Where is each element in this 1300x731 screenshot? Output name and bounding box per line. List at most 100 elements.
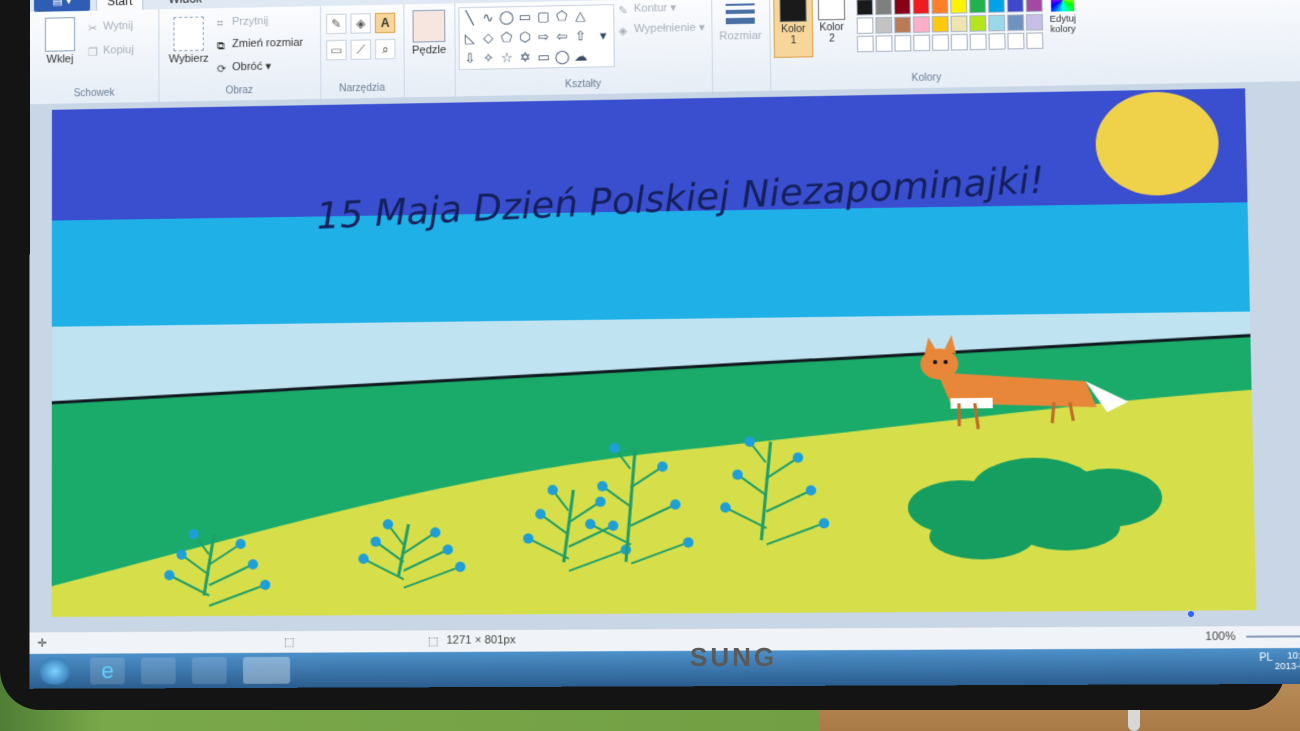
callout-oval-shape-icon[interactable]: ◯ bbox=[554, 49, 571, 66]
star4-shape-icon[interactable]: ✧ bbox=[480, 50, 497, 67]
explorer-folder-icon[interactable] bbox=[141, 657, 176, 685]
palette-swatch-empty[interactable] bbox=[931, 34, 949, 51]
pencil-icon[interactable]: ✎ bbox=[326, 13, 347, 35]
rotate-button[interactable]: ⟳ Obróć ▾ bbox=[216, 59, 271, 76]
palette-swatch[interactable] bbox=[856, 17, 874, 34]
arrow-left-shape-icon[interactable]: ⇦ bbox=[554, 28, 571, 45]
color1-button[interactable]: Kolor 1 bbox=[773, 0, 814, 59]
screen: ▤ ▾ Start Widok Wklej ✂Wytnij ❐Kopiuj Sc… bbox=[29, 0, 1300, 689]
fill-label: Wypełnienie bbox=[633, 21, 696, 36]
text-tool-icon[interactable]: A bbox=[374, 12, 396, 34]
resize-button[interactable]: ⧉ Zmień rozmiar bbox=[217, 37, 303, 53]
diamond-shape-icon[interactable]: ◇ bbox=[480, 30, 496, 47]
callout-cloud-shape-icon[interactable]: ☁ bbox=[572, 48, 589, 65]
palette-swatch[interactable] bbox=[1025, 13, 1044, 31]
drawing-canvas[interactable]: 15 Maja Dzień Polskiej Niezapominajki! bbox=[51, 88, 1257, 617]
palette-swatch[interactable] bbox=[931, 15, 949, 33]
palette-swatch[interactable] bbox=[893, 0, 911, 15]
paste-button[interactable]: Wklej bbox=[38, 17, 82, 66]
line-shape-icon[interactable]: ╲ bbox=[461, 10, 477, 27]
curve-shape-icon[interactable]: ∿ bbox=[480, 10, 496, 27]
brush-icon bbox=[412, 9, 446, 43]
outline-button[interactable]: ✎ Kontur ▾ bbox=[618, 1, 676, 17]
palette-swatch[interactable] bbox=[988, 14, 1006, 32]
palette-swatch[interactable] bbox=[969, 15, 987, 32]
palette-swatch[interactable] bbox=[950, 15, 968, 33]
triangle-shape-icon[interactable]: △ bbox=[572, 8, 589, 25]
palette-swatch[interactable] bbox=[1006, 0, 1024, 13]
color2-button[interactable]: Kolor 2 bbox=[813, 0, 851, 55]
canvas-size-icon: ⬚ bbox=[427, 635, 439, 648]
size-button[interactable]: Rozmiar bbox=[717, 1, 763, 43]
arrow-right-shape-icon[interactable]: ⇨ bbox=[535, 29, 552, 46]
copy-button[interactable]: ❐ Kopiuj bbox=[88, 44, 134, 59]
forget-me-not-flower bbox=[607, 520, 619, 531]
brushes-button[interactable]: Pędzle bbox=[407, 9, 450, 57]
rectangle-shape-icon[interactable]: ▭ bbox=[517, 9, 534, 26]
arrow-up-shape-icon[interactable]: ⇧ bbox=[572, 28, 589, 45]
start-orb-icon[interactable] bbox=[39, 657, 70, 685]
language-indicator[interactable]: PL bbox=[1259, 652, 1272, 664]
palette-swatch-empty[interactable] bbox=[913, 34, 931, 52]
palette-swatch[interactable] bbox=[912, 16, 930, 33]
pentagon-shape-icon[interactable]: ⬠ bbox=[498, 29, 515, 46]
internet-explorer-icon[interactable]: e bbox=[90, 657, 125, 685]
monitor: ▤ ▾ Start Widok Wklej ✂Wytnij ❐Kopiuj Sc… bbox=[0, 0, 1300, 710]
media-player-icon[interactable] bbox=[191, 657, 227, 685]
forget-me-not-flower bbox=[247, 559, 259, 570]
star5-shape-icon[interactable]: ☆ bbox=[499, 50, 516, 67]
arrow-down-shape-icon[interactable]: ⇩ bbox=[462, 50, 478, 67]
forget-me-not-flower bbox=[609, 443, 620, 454]
rotate-icon: ⟳ bbox=[216, 63, 227, 76]
palette-swatch-empty[interactable] bbox=[894, 34, 912, 52]
palette-swatch-empty[interactable] bbox=[1007, 32, 1025, 50]
eraser-icon[interactable]: ▭ bbox=[326, 39, 347, 61]
shapes-group-label: Kształty bbox=[564, 78, 602, 91]
star6-shape-icon[interactable]: ✡ bbox=[517, 49, 534, 66]
palette-swatch[interactable] bbox=[969, 0, 987, 14]
crop-icon: ⌗ bbox=[216, 18, 224, 31]
palette-swatch-empty[interactable] bbox=[1026, 32, 1044, 50]
palette-swatch[interactable] bbox=[987, 0, 1005, 13]
palette-swatch-empty[interactable] bbox=[856, 35, 874, 53]
hexagon-shape-icon[interactable]: ⬡ bbox=[517, 29, 534, 46]
palette-swatch[interactable] bbox=[1025, 0, 1043, 13]
palette-swatch[interactable] bbox=[912, 0, 930, 15]
callout-rect-shape-icon[interactable]: ▭ bbox=[535, 49, 552, 66]
color2-chip bbox=[817, 0, 846, 21]
palette-swatch[interactable] bbox=[950, 0, 968, 14]
palette-swatch[interactable] bbox=[875, 16, 893, 34]
crop-button[interactable]: ⌗ Przytnij bbox=[217, 15, 269, 30]
shapes-scroll-icon[interactable]: ▾ bbox=[595, 28, 612, 45]
palette-swatch[interactable] bbox=[875, 0, 892, 16]
select-rect-icon bbox=[173, 16, 204, 52]
palette-swatch[interactable] bbox=[894, 16, 912, 34]
palette-swatch[interactable] bbox=[1007, 14, 1025, 32]
cut-button[interactable]: ✂ Wytnij bbox=[88, 20, 133, 35]
group-tools: ✎ ◈ A ▭ ⟋ ⌕ Narzędzia bbox=[319, 4, 405, 99]
forget-me-not-flower bbox=[597, 480, 608, 492]
palette-swatch-empty[interactable] bbox=[950, 33, 968, 51]
forget-me-not-flower bbox=[164, 570, 175, 581]
brushes-label: Pędzle bbox=[411, 43, 447, 57]
rounded-rect-shape-icon[interactable]: ▢ bbox=[535, 8, 552, 25]
palette-swatch[interactable] bbox=[856, 0, 874, 16]
color-picker-icon[interactable]: ⟋ bbox=[350, 39, 372, 60]
fill-bucket-icon[interactable]: ◈ bbox=[350, 13, 371, 34]
edit-colors-button[interactable]: Edytuj kolory bbox=[1044, 0, 1081, 34]
forget-me-not-flower bbox=[382, 519, 394, 530]
palette-swatch-empty[interactable] bbox=[875, 35, 893, 52]
palette-swatch-empty[interactable] bbox=[988, 33, 1006, 50]
paint-taskbar-icon[interactable] bbox=[242, 656, 291, 684]
magnifier-icon[interactable]: ⌕ bbox=[375, 38, 396, 60]
select-button[interactable]: Wybierz bbox=[164, 16, 212, 65]
zoom-slider[interactable] bbox=[1246, 635, 1300, 638]
oval-shape-icon[interactable]: ◯ bbox=[498, 9, 515, 26]
polygon-shape-icon[interactable]: ⬠ bbox=[554, 8, 571, 25]
fill-button[interactable]: ◈ Wypełnienie ▾ bbox=[618, 21, 705, 38]
palette-swatch-empty[interactable] bbox=[969, 33, 987, 51]
clock[interactable]: 10:43 2013-05-14 bbox=[1274, 650, 1300, 671]
right-triangle-shape-icon[interactable]: ◺ bbox=[462, 30, 478, 47]
line-size-icon bbox=[725, 3, 755, 25]
palette-swatch[interactable] bbox=[931, 0, 949, 15]
